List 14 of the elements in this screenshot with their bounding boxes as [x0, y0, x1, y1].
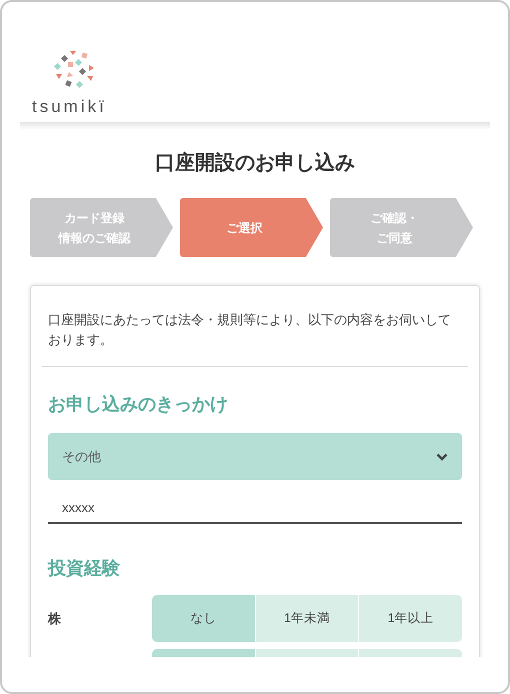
input-field[interactable]: xxxxx [48, 492, 462, 524]
logo-text: tsumikï [32, 96, 107, 118]
step-indicator: ご選択 [180, 198, 323, 257]
option-button[interactable]: なし [152, 595, 255, 642]
option-button[interactable]: 1年未満 [256, 595, 358, 642]
row-label: 株 [48, 610, 61, 626]
section-heading: 投資経験 [48, 557, 121, 580]
intro-text: 口座開設にあたっては法令・規則等により、以下の内容をお伺いしております。 [48, 311, 452, 349]
select-field[interactable]: その他 [48, 433, 462, 480]
section-heading: お申し込みのきっかけ [48, 393, 229, 416]
select-value: その他 [62, 448, 101, 466]
chevron-down-icon [436, 452, 448, 460]
page-title: 口座開設のお申し込み [154, 150, 356, 176]
option-button[interactable]: 1年以上 [359, 595, 462, 642]
